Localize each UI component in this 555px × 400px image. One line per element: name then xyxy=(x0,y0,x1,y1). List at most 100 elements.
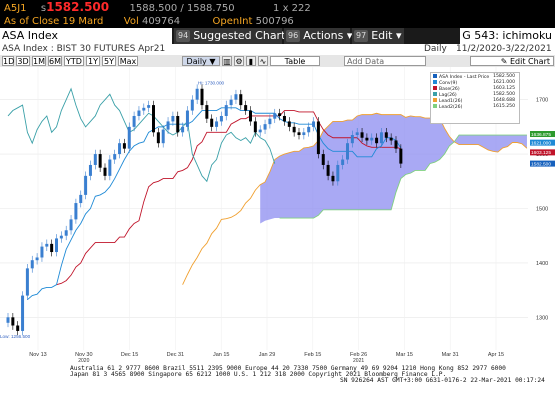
legend-swatch xyxy=(433,98,437,102)
edit-chart-icon: ✎ xyxy=(500,57,510,66)
chart-type-icon[interactable]: ▥ xyxy=(222,56,232,66)
period-button-3d[interactable]: 3D xyxy=(16,56,30,66)
y-tick-label: 1400 xyxy=(536,261,548,267)
candle-body xyxy=(297,132,301,136)
candle-body xyxy=(205,105,209,119)
candle-body xyxy=(132,115,136,127)
candle-body xyxy=(98,154,102,168)
candle-body xyxy=(365,137,369,141)
price-tag-label: 1636.875 xyxy=(531,132,551,138)
candle-body xyxy=(355,132,359,136)
oi-label: OpenInt xyxy=(212,16,253,27)
candle-body xyxy=(103,167,107,176)
candle-body xyxy=(171,115,175,122)
y-tick-label: 1300 xyxy=(536,315,548,321)
footer-line-3: SN 926264 AST GMT+3:00 G631-0176-2 22-Ma… xyxy=(340,377,545,384)
period-button-1m[interactable]: 1M xyxy=(32,56,46,66)
candle-body xyxy=(50,243,54,253)
candle-body xyxy=(185,110,189,127)
legend-item: Lead2(26) 1615.250 xyxy=(433,104,517,110)
legend-swatch xyxy=(433,86,437,90)
candle-body xyxy=(312,121,316,127)
y-tick-label: 1700 xyxy=(536,98,548,104)
y-tick-label: 1500 xyxy=(536,207,548,213)
last-price: 1582.500 xyxy=(46,0,110,14)
actions-label: Actions ▾ xyxy=(303,29,353,42)
candle-body xyxy=(6,317,10,323)
settings-icon[interactable]: ⚙ xyxy=(234,56,244,66)
period-button-5y[interactable]: 5Y xyxy=(102,56,116,66)
period-button-1d[interactable]: 1D xyxy=(2,56,14,66)
function-title: G 543: ichimoku xyxy=(460,28,555,44)
candle-body xyxy=(21,295,25,331)
candle-body xyxy=(258,129,262,133)
candle-body xyxy=(210,118,214,127)
bar-icon[interactable]: ▮ xyxy=(246,56,256,66)
quote-line-2: As of Close 19 Mard Vol 409764 OpenInt 5… xyxy=(4,15,294,28)
candle-body xyxy=(147,105,151,108)
candle-body xyxy=(273,113,277,119)
candle-body xyxy=(249,110,252,122)
period-button-1y[interactable]: 1Y xyxy=(86,56,100,66)
legend-value: 1615.250 xyxy=(493,104,515,109)
period-select[interactable]: Daily ▼ xyxy=(182,56,220,66)
candle-body xyxy=(346,143,349,160)
candle-body xyxy=(336,164,340,182)
candle-body xyxy=(59,235,63,239)
suggested-charts-button[interactable]: 94 Suggested Charts xyxy=(174,28,291,44)
candle-body xyxy=(253,121,257,133)
period-button-6m[interactable]: 6M xyxy=(48,56,62,66)
candle-body xyxy=(350,135,354,144)
line-icon[interactable]: ∿ xyxy=(258,56,268,66)
candle-body xyxy=(278,113,282,116)
edit-chart-button[interactable]: ✎ Edit Chart xyxy=(470,56,554,66)
x-tick-label: Mar 15 xyxy=(396,352,413,358)
edit-label: Edit ▾ xyxy=(371,29,402,42)
edit-button[interactable]: 97 Edit ▾ xyxy=(352,28,404,44)
candle-body xyxy=(11,317,15,326)
security-title[interactable]: ASA Index xyxy=(0,28,172,44)
quote-line-1: A5J1 s1582.500 1588.500 / 1588.750 1 x 2… xyxy=(4,0,311,15)
suggested-num: 94 xyxy=(176,30,191,42)
candle-body xyxy=(244,105,248,111)
candle-body xyxy=(122,143,126,149)
candle-body xyxy=(113,154,117,160)
info-row: ASA Index : BIST 30 FUTURES Apr21 Daily … xyxy=(0,44,555,55)
actions-num: 96 xyxy=(286,30,301,42)
security-description: ASA Index : BIST 30 FUTURES Apr21 xyxy=(2,44,166,54)
legend-swatch xyxy=(433,92,437,96)
x-tick-label: Jan 15 xyxy=(213,352,230,358)
candle-body xyxy=(384,132,388,138)
candle-body xyxy=(152,105,155,133)
bloomberg-terminal: A5J1 s1582.500 1588.500 / 1588.750 1 x 2… xyxy=(0,0,555,400)
candle-body xyxy=(161,129,165,144)
candle-body xyxy=(74,203,78,220)
candle-body xyxy=(215,121,219,127)
close-label: As of Close 19 Mard xyxy=(4,16,104,27)
candle-body xyxy=(316,121,320,155)
legend-swatch xyxy=(433,80,437,84)
candle-body xyxy=(360,132,364,138)
candle-body xyxy=(69,219,73,231)
period-button-max[interactable]: Max xyxy=(118,56,138,66)
period-button-ytd[interactable]: YTD xyxy=(64,56,84,66)
vol-label: Vol xyxy=(123,16,139,27)
table-button[interactable]: Table xyxy=(270,56,320,66)
candle-body xyxy=(200,88,204,106)
period-bar: 1D 3D 1M 6M YTD 1Y 5Y Max Daily ▼ ▥ ⚙ ▮ ∿ Table… xyxy=(0,55,555,67)
candle-body xyxy=(93,154,97,165)
candle-body xyxy=(127,126,131,149)
toolbar: ASA Index 94 Suggested Charts 96 Actions ▾… xyxy=(0,28,555,44)
add-data-input[interactable]: Add Data xyxy=(344,56,426,66)
legend-swatch xyxy=(433,104,437,108)
candle-body xyxy=(40,246,44,258)
x-tick-label: Jan 29 xyxy=(259,352,276,358)
candle-body xyxy=(375,137,379,144)
candle-body xyxy=(331,175,335,182)
actions-button[interactable]: 96 Actions ▾ xyxy=(284,28,353,44)
candle-body xyxy=(321,154,325,165)
trade-size: 1 x 222 xyxy=(273,3,311,14)
candle-body xyxy=(195,88,199,100)
candle-body xyxy=(234,94,238,100)
footer: Australia 61 2 9777 8600 Brazil 5511 239… xyxy=(0,365,555,400)
